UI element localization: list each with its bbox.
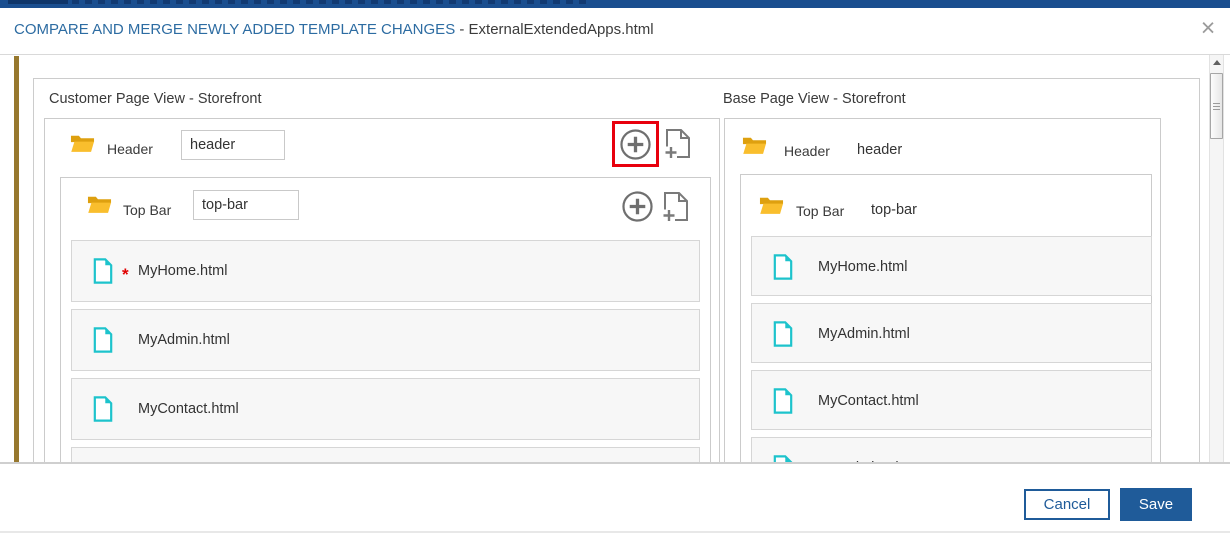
file-row[interactable]: MyHome.html <box>751 236 1152 296</box>
file-name: MyContact.html <box>818 393 919 409</box>
add-page-icon[interactable] <box>663 191 689 222</box>
dialog-footer: Cancel Save <box>0 462 1230 533</box>
dialog-title-bar: COMPARE AND MERGE NEWLY ADDED TEMPLATE C… <box>0 8 1230 55</box>
background-app-strip-text2 <box>72 0 587 4</box>
close-icon[interactable]: × <box>1194 14 1222 42</box>
header-value: header <box>857 142 903 158</box>
dialog-content: Customer Page View - Storefront Header h… <box>0 55 1230 462</box>
compare-container: Customer Page View - Storefront Header h… <box>33 78 1200 462</box>
header-label: Header <box>107 141 153 157</box>
topbar-label: Top Bar <box>796 203 845 219</box>
file-icon <box>93 396 113 422</box>
file-row[interactable]: * MyHome.html <box>71 240 700 302</box>
file-row[interactable]: MyHelp.html <box>71 447 700 462</box>
cancel-button[interactable]: Cancel <box>1024 489 1110 520</box>
left-header-section: Header Top Bar <box>44 118 720 462</box>
right-header-section: Header header Top Bar top-bar MyHome.htm… <box>724 118 1161 462</box>
file-row[interactable]: MyContact.html <box>751 370 1152 430</box>
file-icon <box>773 254 793 280</box>
file-row[interactable]: MyAdmin.html <box>71 309 700 371</box>
add-page-icon[interactable] <box>665 128 691 159</box>
right-panel-title: Base Page View - Storefront <box>723 91 906 107</box>
file-icon <box>773 388 793 414</box>
file-name: MyHome.html <box>818 259 908 275</box>
left-topbar-section: Top Bar * M <box>60 177 711 462</box>
file-name: MyAdmin.html <box>138 332 230 348</box>
file-icon <box>773 455 793 462</box>
add-section-icon[interactable] <box>621 190 654 223</box>
file-name: MyContact.html <box>138 401 239 417</box>
file-name: MyHome.html <box>138 263 228 279</box>
left-accent-bar <box>14 56 19 462</box>
background-app-strip <box>0 0 1230 8</box>
folder-open-icon <box>70 135 95 152</box>
file-icon <box>93 327 113 353</box>
dialog-title-filename: - ExternalExtendedApps.html <box>455 21 654 38</box>
scrollbar-thumb[interactable] <box>1210 73 1223 139</box>
vertical-scrollbar[interactable] <box>1209 55 1224 462</box>
file-name: MyAdmin.html <box>818 326 910 342</box>
topbar-name-input[interactable] <box>193 190 299 220</box>
background-app-strip-text <box>8 0 68 4</box>
file-icon <box>773 321 793 347</box>
topbar-label: Top Bar <box>123 202 172 218</box>
save-button[interactable]: Save <box>1120 488 1192 521</box>
left-panel-title: Customer Page View - Storefront <box>49 91 262 107</box>
dialog-title: COMPARE AND MERGE NEWLY ADDED TEMPLATE C… <box>14 21 654 38</box>
right-topbar-section: Top Bar top-bar MyHome.html MyAdmin.html <box>740 174 1152 462</box>
add-section-icon[interactable] <box>619 128 652 161</box>
topbar-value: top-bar <box>871 202 917 218</box>
scrollbar-up-arrow-icon[interactable] <box>1210 55 1223 71</box>
dialog-title-main: COMPARE AND MERGE NEWLY ADDED TEMPLATE C… <box>14 21 456 38</box>
header-label: Header <box>784 143 830 159</box>
header-name-input[interactable] <box>181 130 285 160</box>
folder-open-icon <box>742 137 767 154</box>
folder-open-icon <box>87 196 112 213</box>
file-row[interactable]: MyAdmin.html <box>751 303 1152 363</box>
file-icon <box>93 258 113 284</box>
folder-open-icon <box>759 197 784 214</box>
file-row[interactable]: MyHelp.html <box>751 437 1152 462</box>
highlight-red-box <box>612 121 659 167</box>
file-row[interactable]: MyContact.html <box>71 378 700 440</box>
modified-marker: * <box>122 265 129 284</box>
